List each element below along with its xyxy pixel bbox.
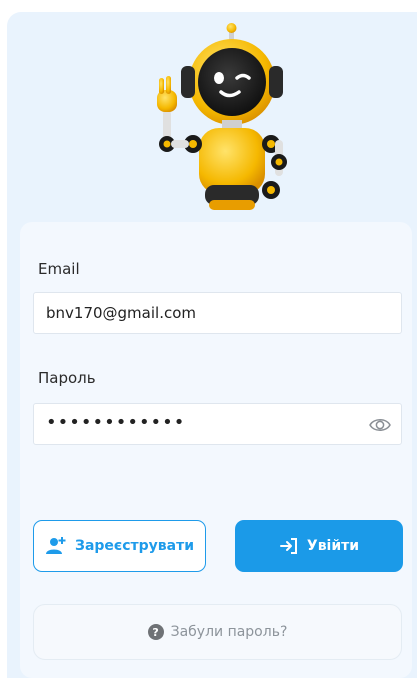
password-value[interactable]: ••••••••••••	[46, 412, 185, 433]
robot-mascot-icon	[157, 23, 287, 210]
register-label: Зареєструвати	[75, 538, 194, 554]
password-field[interactable]: ••••••••••••	[33, 403, 402, 445]
eye-icon[interactable]	[369, 415, 391, 435]
email-input[interactable]	[34, 293, 366, 333]
login-arrow-icon	[279, 538, 297, 554]
email-field[interactable]	[33, 292, 402, 334]
login-label: Увійти	[306, 538, 360, 554]
forgot-password-button[interactable]: ? Забули пароль?	[33, 604, 402, 660]
login-button[interactable]: Увійти	[235, 520, 403, 572]
register-button[interactable]: Зареєструвати	[33, 520, 206, 572]
forgot-password-label: Забули пароль?	[170, 624, 288, 640]
password-label: Пароль	[38, 369, 96, 387]
question-icon: ?	[147, 624, 164, 640]
email-label: Email	[38, 260, 80, 278]
login-form: Email Пароль •••••••••••• Зареєструвати	[20, 222, 412, 678]
add-user-icon	[46, 537, 66, 554]
login-panel: Email Пароль •••••••••••• Зареєструвати	[7, 12, 417, 678]
